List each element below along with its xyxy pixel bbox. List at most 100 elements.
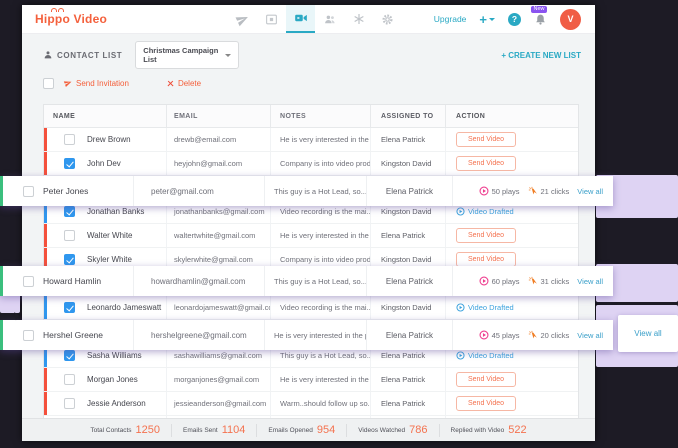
- notes-cell: Video recording is the mai...: [270, 296, 370, 319]
- view-all-link[interactable]: View all: [577, 187, 603, 196]
- notes-cell: Warm..should follow up so...: [270, 392, 370, 415]
- stat-value: 786: [409, 424, 427, 436]
- row-status-bar: [44, 296, 47, 319]
- send-video-button[interactable]: Send Video: [456, 156, 516, 171]
- contact-list-label: CONTACT LIST: [43, 50, 122, 60]
- footer-stat: Replied with Video522: [440, 424, 538, 437]
- nav-gear-tab[interactable]: [373, 5, 402, 33]
- table-row: John Dev heyjohn@gmail.comCompany is into…: [44, 152, 578, 176]
- stat-label: Replied with Video: [451, 427, 505, 434]
- chevron-down-icon: [489, 18, 495, 21]
- delete-button[interactable]: Delete: [167, 79, 201, 88]
- email-cell: hershelgreene@gmail.com: [133, 320, 264, 350]
- stats-footer: Total Contacts1250Emails Sent1104Emails …: [22, 418, 595, 441]
- table-row: Leonardo Jameswattleonardojameswatt@gmai…: [44, 296, 578, 320]
- email-cell: leonardojameswatt@gmail.com: [166, 296, 270, 319]
- table-row: Jessie Anderson jessieanderson@gmail.comW…: [44, 392, 578, 416]
- nav-icons: [228, 5, 402, 33]
- email-cell: jessieanderson@gmail.com: [166, 392, 270, 415]
- mouse-cursor-icon: [13, 311, 22, 322]
- contact-name: John Dev: [87, 159, 121, 168]
- check-icon: [66, 351, 74, 359]
- row-checkbox[interactable]: [23, 276, 34, 287]
- row-checkbox[interactable]: [64, 254, 75, 265]
- email-cell: heyjohn@gmail.com: [166, 152, 270, 175]
- stat-label: Emails Sent: [183, 427, 218, 434]
- assigned-cell: Kingston David: [370, 296, 445, 319]
- send-video-button[interactable]: Send Video: [456, 396, 516, 411]
- plays-metric: 50 plays: [479, 186, 520, 196]
- stats-cell: 60 plays31 clicksView all: [452, 266, 613, 296]
- notes-cell: Company is into video produ...: [270, 152, 370, 175]
- send-invitation-button[interactable]: Send Invitation: [64, 79, 129, 88]
- notes-cell: He is very interested in the prod..: [270, 224, 370, 247]
- view-all-popout[interactable]: View all: [618, 315, 678, 352]
- row-checkbox[interactable]: [64, 230, 75, 241]
- plays-metric: 45 plays: [479, 330, 520, 340]
- quick-add-button[interactable]: +: [479, 13, 495, 26]
- send-video-button[interactable]: Send Video: [456, 228, 516, 243]
- select-all-checkbox[interactable]: [43, 78, 54, 89]
- assigned-cell: Elena Patrick: [366, 266, 452, 296]
- notes-cell: This guy is a Hot Lead, so...: [264, 266, 366, 296]
- assigned-cell: Elena Patrick: [370, 392, 445, 415]
- contact-name: Jessie Anderson: [87, 399, 146, 408]
- new-badge: New: [531, 6, 547, 14]
- list-toolbar: CONTACT LIST Christmas Campaign List + C…: [43, 43, 581, 67]
- row-checkbox[interactable]: [64, 206, 75, 217]
- column-header: ASSIGNED TO: [370, 105, 445, 127]
- close-icon: [167, 80, 174, 87]
- upgrade-link[interactable]: Upgrade: [434, 14, 467, 24]
- notifications-button[interactable]: New: [534, 12, 547, 27]
- email-cell: peter@gmail.com: [133, 176, 264, 206]
- table-row: Drew Browndrewb@email.comHe is very inte…: [44, 128, 578, 152]
- row-checkbox[interactable]: [64, 398, 75, 409]
- stat-label: Total Contacts: [90, 427, 131, 434]
- send-video-button[interactable]: Send Video: [456, 372, 516, 387]
- nav-snowflake-tab[interactable]: [344, 5, 373, 33]
- footer-stat: Emails Sent1104: [172, 424, 257, 437]
- avatar[interactable]: V: [560, 9, 581, 30]
- nav-users-tab[interactable]: [315, 5, 344, 33]
- stat-label: Videos Watched: [358, 427, 405, 434]
- row-checkbox[interactable]: [64, 374, 75, 385]
- name-cell: Peter Jones: [3, 176, 133, 206]
- email-cell: waltertwhite@gmail.com: [166, 224, 270, 247]
- plays-metric: 60 plays: [479, 276, 520, 286]
- stats-cell: 50 plays 21 clicks View all: [452, 176, 613, 206]
- view-all-link[interactable]: View all: [577, 277, 603, 286]
- contact-name: Peter Jones: [43, 186, 88, 196]
- nav-video-camera-tab[interactable]: [286, 5, 315, 33]
- send-video-button[interactable]: Send Video: [456, 252, 516, 267]
- row-checkbox[interactable]: [64, 134, 75, 145]
- help-button[interactable]: ?: [508, 13, 521, 26]
- row-status-bar: [44, 128, 47, 151]
- column-header: EMAIL: [166, 105, 270, 127]
- gear-icon: [381, 13, 394, 26]
- action-cell: Video Drafted: [445, 296, 578, 319]
- stats-cell: 45 plays20 clicksView all: [452, 320, 613, 350]
- bell-icon: [534, 12, 547, 27]
- row-checkbox[interactable]: [23, 330, 34, 341]
- action-cell: Send Video: [445, 392, 578, 415]
- name-cell: Walter White: [44, 224, 166, 247]
- action-cell: Send Video: [445, 224, 578, 247]
- assigned-cell: Elena Patrick: [370, 128, 445, 151]
- campaign-list-dropdown[interactable]: Christmas Campaign List: [135, 41, 239, 69]
- row-checkbox[interactable]: [64, 158, 75, 169]
- create-new-list-button[interactable]: + CREATE NEW LIST: [501, 51, 581, 60]
- app-logo: Hippo Video: [35, 12, 107, 26]
- nav-screen-record-tab[interactable]: [257, 5, 286, 33]
- send-video-button[interactable]: Send Video: [456, 132, 516, 147]
- highlighted-contact-card: Howard Hamlinhowardhamlin@gmail.comThis …: [0, 266, 613, 296]
- clicks-metric: 21 clicks: [528, 186, 570, 196]
- email-cell: morganjones@gmail.com: [166, 368, 270, 391]
- bulk-actions-toolbar: Send Invitation Delete: [43, 76, 201, 90]
- row-checkbox[interactable]: [64, 302, 75, 313]
- nav-paper-plane-tab[interactable]: [228, 5, 257, 33]
- chevron-down-icon: [225, 54, 231, 57]
- row-checkbox[interactable]: [64, 350, 75, 361]
- paper-plane-icon: [63, 78, 73, 88]
- row-checkbox[interactable]: [23, 186, 34, 197]
- view-all-link[interactable]: View all: [577, 331, 603, 340]
